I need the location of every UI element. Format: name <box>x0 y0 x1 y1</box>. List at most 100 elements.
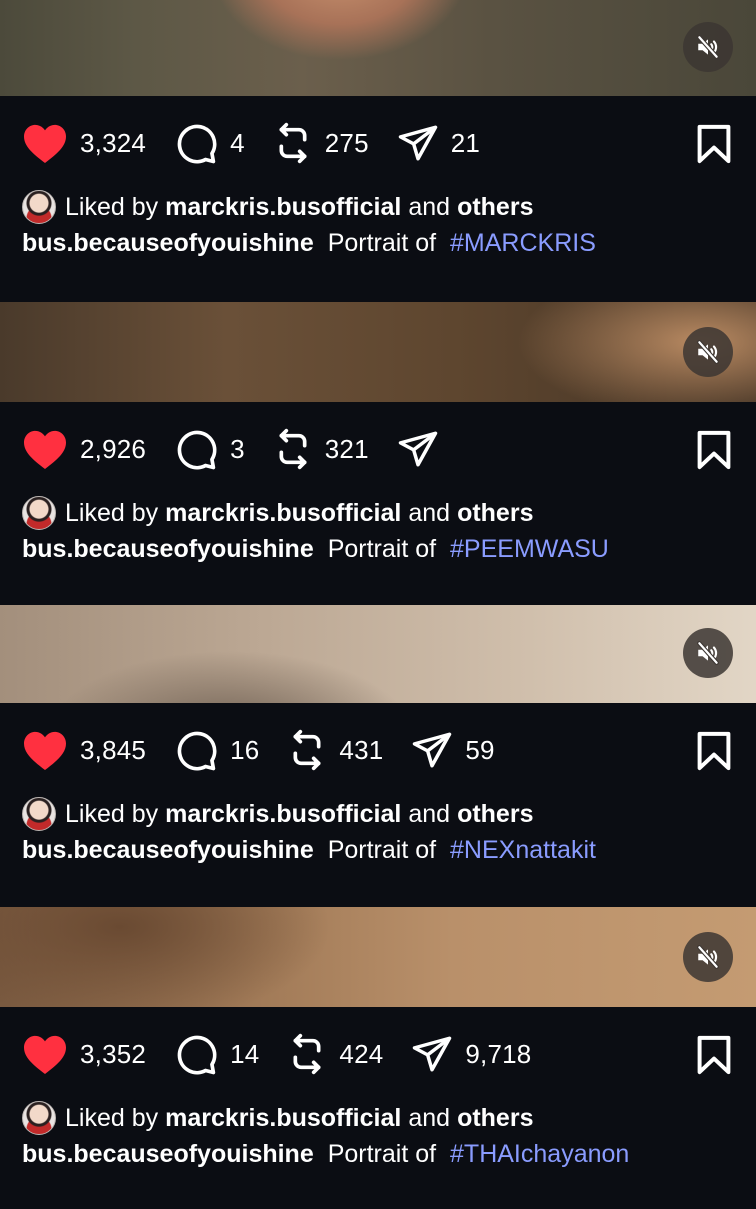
like-count: 3,324 <box>80 127 147 158</box>
action-bar: 3,845 16 431 59 <box>22 729 732 771</box>
like-count: 3,845 <box>80 734 147 765</box>
bookmark-icon <box>697 124 731 164</box>
comment-count: 14 <box>230 1038 260 1069</box>
caption-hashtag[interactable]: #THAIchayanon <box>450 1140 629 1168</box>
post-footer: 3,845 16 431 59 Liked by marckris.busoff… <box>0 703 756 905</box>
repost-button[interactable]: 431 <box>287 729 411 771</box>
liked-by-row[interactable]: Liked by marckris.busofficial and others <box>22 1101 533 1135</box>
repost-button[interactable]: 321 <box>273 428 397 470</box>
post-media[interactable] <box>0 907 756 1007</box>
liked-by-prefix: Liked by <box>65 192 159 221</box>
caption-author[interactable]: bus.becauseofyouishine <box>22 229 314 257</box>
caption: bus.becauseofyouishine Portrait of #THAI… <box>22 1140 629 1169</box>
action-bar: 2,926 3 321 <box>22 428 732 470</box>
comment-count: 3 <box>230 433 245 464</box>
liked-by-username[interactable]: marckris.busofficial <box>165 1104 401 1133</box>
post-media[interactable] <box>0 0 756 96</box>
liked-by-others[interactable]: others <box>457 1104 533 1133</box>
liked-by-username[interactable]: marckris.busofficial <box>165 193 401 222</box>
caption-author[interactable]: bus.becauseofyouishine <box>22 836 314 864</box>
share-button[interactable]: 9,718 <box>411 1033 559 1075</box>
bookmark-icon <box>697 731 731 771</box>
share-count: 21 <box>450 127 481 158</box>
action-bar: 3,352 14 424 9,718 <box>22 1033 732 1075</box>
liked-by-and: and <box>408 1103 451 1132</box>
repost-count: 275 <box>324 127 369 158</box>
liked-by-prefix: Liked by <box>65 1103 159 1132</box>
caption-text: Portrait of <box>327 535 437 563</box>
repost-button[interactable]: 275 <box>273 122 397 164</box>
heart-icon <box>24 124 66 164</box>
muted-speaker-icon <box>697 340 719 364</box>
comment-count: 4 <box>230 127 245 158</box>
share-button[interactable]: 21 <box>397 122 508 164</box>
share-button[interactable] <box>397 428 479 470</box>
muted-speaker-icon <box>697 35 719 59</box>
liked-by-prefix: Liked by <box>65 498 159 527</box>
like-button[interactable]: 3,845 <box>22 729 174 771</box>
comment-icon <box>177 124 217 164</box>
comment-icon <box>177 1035 217 1075</box>
like-button[interactable]: 3,324 <box>22 122 174 164</box>
like-button[interactable]: 2,926 <box>22 428 174 470</box>
comment-button[interactable]: 4 <box>174 121 273 165</box>
caption-hashtag[interactable]: #MARCKRIS <box>450 229 596 257</box>
avatar[interactable] <box>22 190 56 224</box>
liked-by-username[interactable]: marckris.busofficial <box>165 800 401 829</box>
caption: bus.becauseofyouishine Portrait of #NEXn… <box>22 836 596 865</box>
caption-hashtag[interactable]: #PEEMWASU <box>450 535 609 563</box>
liked-by-row[interactable]: Liked by marckris.busofficial and others <box>22 496 533 530</box>
muted-speaker-icon <box>697 945 719 969</box>
send-icon <box>413 732 452 768</box>
repost-icon <box>279 428 307 470</box>
mute-button[interactable] <box>683 327 733 377</box>
caption-author[interactable]: bus.becauseofyouishine <box>22 535 314 563</box>
share-button[interactable]: 59 <box>411 729 522 771</box>
avatar[interactable] <box>22 496 56 530</box>
bookmark-icon <box>697 1035 731 1075</box>
bookmark-icon <box>697 430 731 470</box>
liked-by-row[interactable]: Liked by marckris.busofficial and others <box>22 797 533 831</box>
comment-button[interactable]: 3 <box>174 427 273 471</box>
heart-icon <box>24 430 66 470</box>
liked-by-others[interactable]: others <box>457 499 533 528</box>
liked-by-row[interactable]: Liked by marckris.busofficial and others <box>22 190 533 224</box>
repost-count: 431 <box>339 734 384 765</box>
liked-by-others[interactable]: others <box>457 800 533 829</box>
liked-by-and: and <box>408 498 451 527</box>
caption: bus.becauseofyouishine Portrait of #MARC… <box>22 229 596 258</box>
send-icon <box>398 431 437 467</box>
repost-count: 424 <box>339 1038 384 1069</box>
post-media[interactable] <box>0 302 756 402</box>
caption-author[interactable]: bus.becauseofyouishine <box>22 1140 314 1168</box>
mute-button[interactable] <box>683 22 733 72</box>
caption-text: Portrait of <box>327 229 437 257</box>
comment-button[interactable]: 16 <box>174 728 287 772</box>
post-media[interactable] <box>0 605 756 703</box>
save-button[interactable] <box>696 1035 732 1080</box>
action-bar: 3,324 4 275 21 <box>22 122 732 164</box>
comment-icon <box>177 430 217 470</box>
repost-icon <box>293 729 321 771</box>
liked-by-and: and <box>408 192 451 221</box>
avatar[interactable] <box>22 797 56 831</box>
liked-by-and: and <box>408 799 451 828</box>
mute-button[interactable] <box>683 628 733 678</box>
save-button[interactable] <box>696 430 732 475</box>
caption-text: Portrait of <box>327 836 437 864</box>
save-button[interactable] <box>696 731 732 776</box>
feed: 3,324 4 275 21 Liked by marckris.busoffi… <box>0 0 756 1209</box>
send-icon <box>413 1036 452 1072</box>
repost-button[interactable]: 424 <box>287 1033 411 1075</box>
like-button[interactable]: 3,352 <box>22 1033 174 1075</box>
mute-button[interactable] <box>683 932 733 982</box>
heart-icon <box>24 731 66 771</box>
comment-icon <box>177 731 217 771</box>
save-button[interactable] <box>696 124 732 169</box>
caption-hashtag[interactable]: #NEXnattakit <box>450 836 596 864</box>
avatar[interactable] <box>22 1101 56 1135</box>
liked-by-username[interactable]: marckris.busofficial <box>165 499 401 528</box>
comment-button[interactable]: 14 <box>174 1032 287 1076</box>
caption: bus.becauseofyouishine Portrait of #PEEM… <box>22 535 609 564</box>
liked-by-others[interactable]: others <box>457 193 533 222</box>
